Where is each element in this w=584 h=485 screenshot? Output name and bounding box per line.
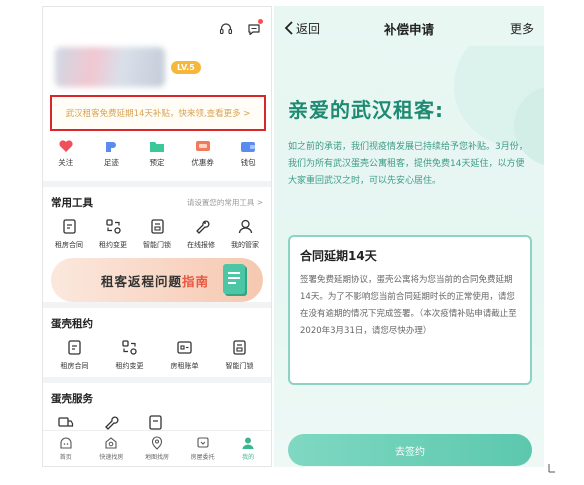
- tool-lease-change[interactable]: 租约变更: [91, 218, 135, 250]
- headset-icon[interactable]: [219, 21, 233, 35]
- more-button[interactable]: 更多: [510, 20, 534, 37]
- my-profile-screen: LV.5 武汉租客免费延期14天补贴，快来领,查看更多 > 关注 足迹 预定 优…: [42, 6, 272, 467]
- banner-text: 租客返程问题指南: [101, 273, 210, 289]
- lease-rental-contract[interactable]: 租房合同: [53, 339, 97, 371]
- chevron-left-icon: [284, 21, 293, 35]
- level-badge: LV.5: [171, 61, 201, 74]
- hero-title: 亲爱的武汉租客:: [288, 98, 444, 122]
- quick-action-label: 关注: [58, 158, 74, 167]
- swap-icon: [122, 340, 137, 355]
- back-button[interactable]: 返回: [284, 20, 320, 37]
- quick-action-coupon[interactable]: 优惠券: [183, 139, 223, 168]
- tab-label: 地图找房: [144, 454, 169, 461]
- tab-map-search[interactable]: 地图找房: [137, 436, 177, 461]
- common-tools-card: 常用工具 请设置您的常用工具 > 租房合同 租约变更 智能门锁 在线报修 我的管…: [43, 187, 271, 302]
- subsidy-notice-text: 武汉租客免费延期14天补贴，快来领,查看更多 >: [65, 109, 251, 119]
- tool-label: 在线报修: [187, 241, 215, 249]
- text-cursor-icon: [548, 464, 555, 473]
- tab-mine[interactable]: 我的: [228, 436, 268, 461]
- map-pin-icon: [151, 436, 163, 450]
- home-icon: [60, 437, 72, 449]
- compensation-application-screen: 返回 补偿申请 更多 亲爱的武汉租客: 如之前的承诺，我们视疫情发展已持续给予您…: [274, 6, 544, 467]
- hero-text: 如之前的承诺，我们视疫情发展已持续给予您补贴。3月份，我们为所有武汉蛋壳公寓租客…: [288, 142, 528, 186]
- back-label: 返回: [296, 21, 321, 36]
- coupon-icon: [195, 141, 210, 151]
- document-icon[interactable]: [147, 414, 164, 431]
- message-icon[interactable]: [247, 19, 263, 36]
- quick-action-wallet[interactable]: 钱包: [228, 139, 268, 168]
- tool-label: 租房合同: [60, 362, 89, 370]
- contract-title: 合同延期14天: [300, 249, 377, 263]
- common-tools-settings-link[interactable]: 请设置您的常用工具 >: [187, 197, 263, 208]
- contract-body: 签署免费延期协议，蛋壳公寓将为您当前的合同免费延期14天。为了不影响您当前合同延…: [300, 275, 517, 336]
- tool-label: 房租账单: [170, 362, 199, 370]
- services-title: 蛋壳服务: [51, 393, 93, 405]
- tool-label: 智能门锁: [143, 241, 171, 249]
- quick-action-label: 优惠券: [191, 158, 214, 167]
- profile-icon: [242, 437, 254, 449]
- bottom-tab-bar: 首页 快速找房 地图找房 房屋委托 我的: [43, 430, 271, 466]
- lease-rent-bill[interactable]: 房租账单: [163, 339, 207, 371]
- contract-icon: [62, 219, 76, 234]
- tool-rental-contract[interactable]: 租房合同: [47, 218, 91, 250]
- tab-label: 快速找房: [99, 454, 124, 461]
- tab-home[interactable]: 首页: [46, 436, 86, 461]
- lease-change[interactable]: 租约变更: [108, 339, 152, 371]
- tab-label: 首页: [59, 454, 72, 461]
- user-info-blurred[interactable]: [55, 47, 165, 87]
- services-card: 蛋壳服务: [43, 383, 271, 437]
- lock-icon: [233, 340, 246, 355]
- tab-quick-search[interactable]: 快速找房: [91, 436, 131, 461]
- tool-label: 智能门锁: [225, 362, 254, 370]
- quick-action-label: 足迹: [103, 158, 119, 167]
- return-guide-banner[interactable]: 租客返程问题指南: [51, 258, 263, 302]
- tool-online-repair[interactable]: 在线报修: [179, 218, 223, 250]
- lease-title: 蛋壳租约: [51, 318, 93, 330]
- unread-dot: [258, 19, 263, 24]
- tab-entrust[interactable]: 房屋委托: [183, 436, 223, 461]
- lock-icon: [150, 219, 164, 234]
- lease-smart-lock[interactable]: 智能门锁: [218, 339, 262, 371]
- truck-icon[interactable]: [57, 414, 74, 431]
- common-tools-title: 常用工具: [51, 197, 93, 209]
- wallet-icon: [241, 142, 256, 152]
- bill-icon: [177, 341, 192, 354]
- search-house-icon: [105, 437, 117, 449]
- wrench-icon[interactable]: [102, 414, 119, 431]
- contract-icon: [68, 340, 81, 355]
- tab-label: 房屋委托: [190, 454, 215, 461]
- quick-action-reserve[interactable]: 预定: [137, 139, 177, 168]
- quick-actions: 关注 足迹 预定 优惠券 钱包: [43, 137, 271, 181]
- quick-action-footprint[interactable]: 足迹: [91, 139, 131, 168]
- folder-icon: [149, 142, 164, 152]
- nav-bar: 返回 补偿申请 更多: [274, 6, 544, 50]
- tab-label: 我的: [242, 454, 255, 461]
- wrench-icon: [195, 220, 210, 234]
- tool-label: 我的管家: [231, 241, 259, 249]
- tool-my-butler[interactable]: 我的管家: [223, 218, 267, 250]
- swap-icon: [105, 219, 121, 234]
- sign-button[interactable]: 去签约: [288, 434, 532, 466]
- entrust-icon: [197, 437, 209, 448]
- tool-label: 租房合同: [55, 241, 83, 249]
- subsidy-notice-banner[interactable]: 武汉租客免费延期14天补贴，快来领,查看更多 >: [50, 95, 266, 131]
- guide-book-icon: [223, 264, 245, 294]
- quick-action-label: 预定: [149, 158, 165, 167]
- top-icon-bar: [219, 19, 263, 36]
- lease-card: 蛋壳租约 租房合同 租约变更 房租账单 智能门锁: [43, 308, 271, 377]
- quick-action-label: 钱包: [240, 158, 256, 167]
- footprint-icon: [106, 142, 117, 152]
- butler-icon: [238, 219, 252, 234]
- tool-label: 租约变更: [115, 362, 144, 370]
- profile-header: LV.5 武汉租客免费延期14天补贴，快来领,查看更多 >: [43, 7, 271, 137]
- contract-extension-card: 合同延期14天 签署免费延期协议，蛋壳公寓将为您当前的合同免费延期14天。为了不…: [288, 235, 532, 385]
- heart-icon: [59, 140, 73, 152]
- tool-label: 租约变更: [99, 241, 127, 249]
- quick-action-follow[interactable]: 关注: [46, 139, 86, 168]
- tool-smart-lock[interactable]: 智能门锁: [135, 218, 179, 250]
